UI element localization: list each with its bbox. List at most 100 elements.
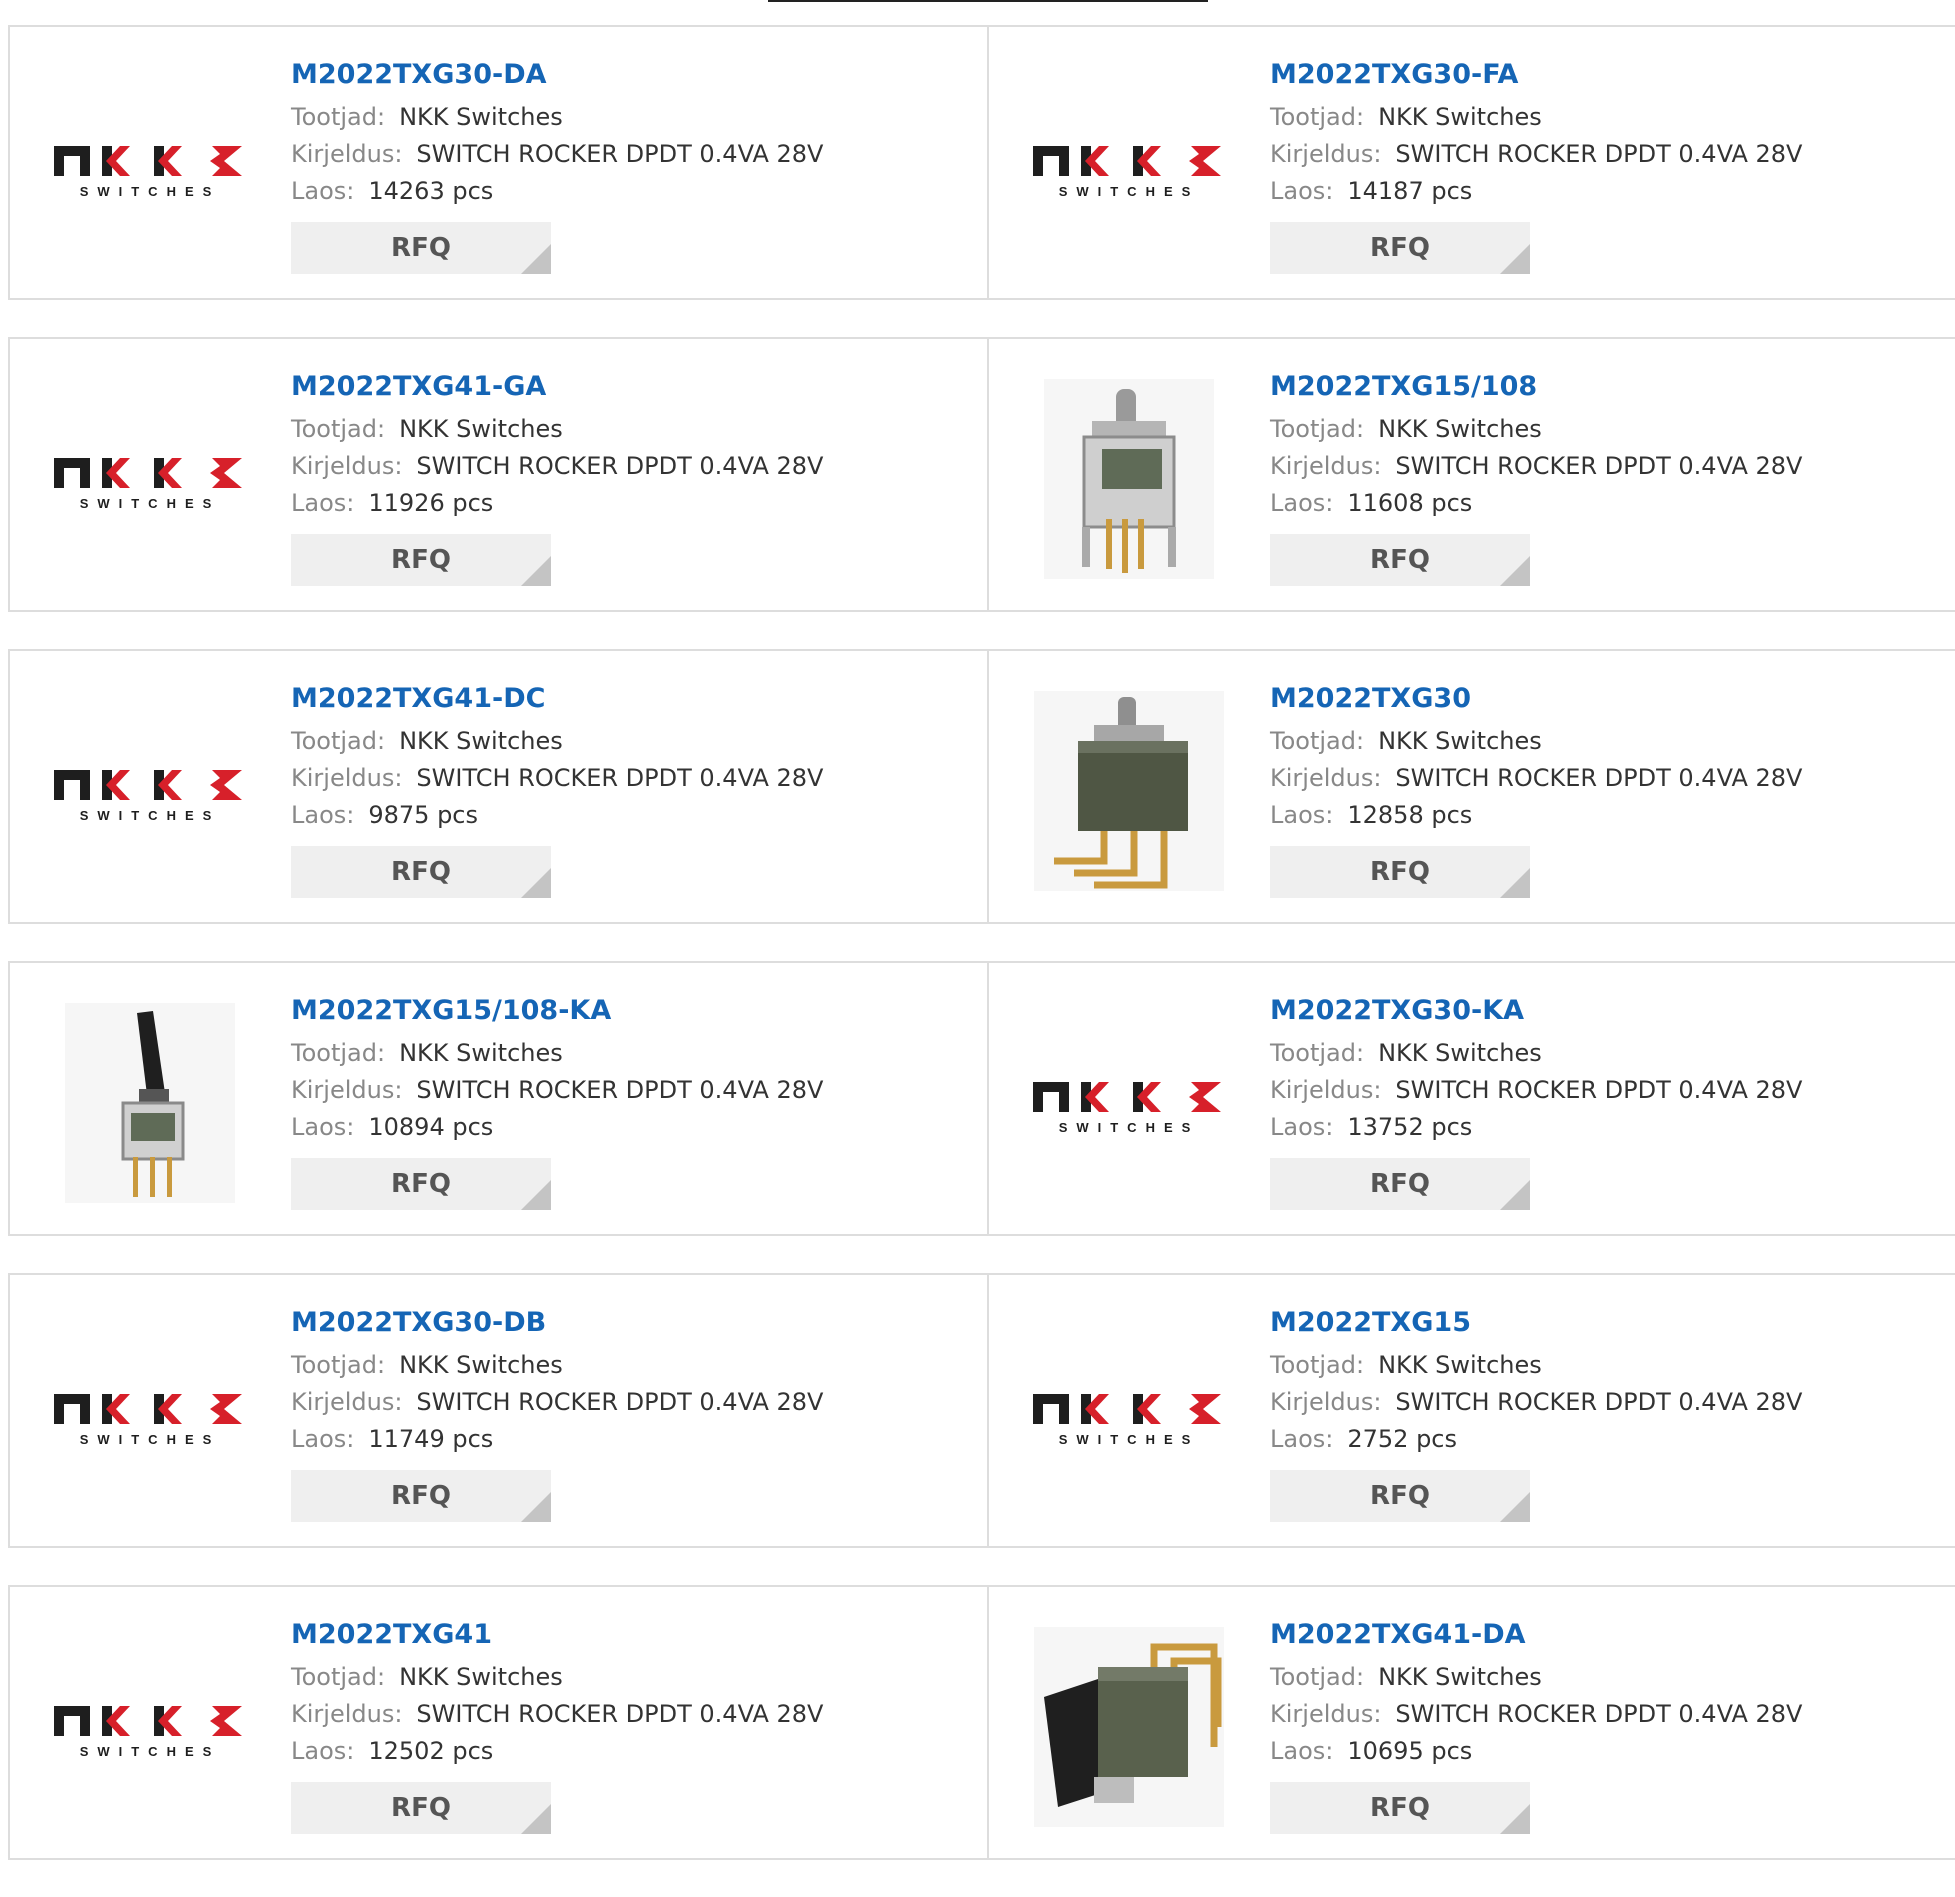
manufacturer-value: NKK Switches: [399, 727, 563, 755]
manufacturer-label: Tootjad:: [291, 103, 386, 131]
product-info: M2022TXG30 Tootjad: NKK Switches Kirjeldu…: [1270, 681, 1802, 898]
nkk-logo-icon: SWITCHES: [54, 770, 242, 823]
product-info: M2022TXG41-DA Tootjad: NKK Switches Kirje…: [1270, 1617, 1802, 1834]
description-value: SWITCH ROCKER DPDT 0.4VA 28V: [1395, 764, 1803, 792]
description-line: Kirjeldus: SWITCH ROCKER DPDT 0.4VA 28V: [291, 448, 823, 485]
part-number-link[interactable]: M2022TXG41: [291, 1617, 823, 1653]
product-image[interactable]: SWITCHES: [1029, 67, 1229, 267]
product-card: M2022TXG41-DA Tootjad: NKK Switches Kirje…: [987, 1587, 1955, 1858]
rfq-button[interactable]: RFQ: [291, 222, 551, 274]
description-value: SWITCH ROCKER DPDT 0.4VA 28V: [416, 764, 824, 792]
manufacturer-label: Tootjad:: [1270, 1039, 1365, 1067]
manufacturer-line: Tootjad: NKK Switches: [1270, 1035, 1802, 1072]
manufacturer-label: Tootjad:: [1270, 415, 1365, 443]
rfq-button[interactable]: RFQ: [1270, 1782, 1530, 1834]
manufacturer-line: Tootjad: NKK Switches: [291, 1347, 823, 1384]
rfq-button[interactable]: RFQ: [1270, 534, 1530, 586]
stock-label: Laos:: [291, 801, 355, 829]
manufacturer-line: Tootjad: NKK Switches: [291, 99, 823, 136]
rfq-button[interactable]: RFQ: [291, 1158, 551, 1210]
manufacturer-label: Tootjad:: [291, 415, 386, 443]
description-line: Kirjeldus: SWITCH ROCKER DPDT 0.4VA 28V: [291, 760, 823, 797]
part-number-link[interactable]: M2022TXG30-FA: [1270, 57, 1802, 93]
stock-label: Laos:: [1270, 177, 1334, 205]
rfq-button[interactable]: RFQ: [1270, 846, 1530, 898]
product-card: SWITCHES M2022TXG41-GA Tootjad: NKK Switc…: [10, 339, 987, 610]
manufacturer-value: NKK Switches: [1378, 727, 1542, 755]
part-number-link[interactable]: M2022TXG30-KA: [1270, 993, 1802, 1029]
product-image[interactable]: SWITCHES: [50, 1627, 250, 1827]
part-number-link[interactable]: M2022TXG30-DA: [291, 57, 823, 93]
manufacturer-line: Tootjad: NKK Switches: [1270, 411, 1802, 448]
description-label: Kirjeldus:: [291, 140, 403, 168]
nkk-logo-icon: SWITCHES: [54, 458, 242, 511]
part-number-link[interactable]: M2022TXG41-DC: [291, 681, 823, 717]
rfq-button[interactable]: RFQ: [1270, 1158, 1530, 1210]
description-label: Kirjeldus:: [1270, 452, 1382, 480]
product-image[interactable]: [1029, 691, 1229, 891]
rfq-button[interactable]: RFQ: [1270, 1470, 1530, 1522]
stock-label: Laos:: [1270, 1425, 1334, 1453]
description-value: SWITCH ROCKER DPDT 0.4VA 28V: [416, 140, 824, 168]
rfq-label: RFQ: [391, 857, 451, 887]
svg-text:SWITCHES: SWITCHES: [80, 1432, 221, 1447]
corner-decoration: [521, 1180, 551, 1210]
product-image[interactable]: SWITCHES: [1029, 1315, 1229, 1515]
stock-line: Laos: 13752 pcs: [1270, 1109, 1802, 1146]
description-label: Kirjeldus:: [291, 1076, 403, 1104]
part-number-link[interactable]: M2022TXG15/108: [1270, 369, 1802, 405]
manufacturer-value: NKK Switches: [1378, 415, 1542, 443]
stock-line: Laos: 11926 pcs: [291, 485, 823, 522]
stock-line: Laos: 14263 pcs: [291, 173, 823, 210]
description-line: Kirjeldus: SWITCH ROCKER DPDT 0.4VA 28V: [1270, 1696, 1802, 1733]
manufacturer-label: Tootjad:: [1270, 1351, 1365, 1379]
rfq-button[interactable]: RFQ: [291, 1782, 551, 1834]
rfq-button[interactable]: RFQ: [291, 846, 551, 898]
product-info: M2022TXG15/108 Tootjad: NKK Switches Kirj…: [1270, 369, 1802, 586]
rfq-button[interactable]: RFQ: [291, 1470, 551, 1522]
product-image[interactable]: SWITCHES: [50, 691, 250, 891]
rfq-label: RFQ: [391, 545, 451, 575]
part-number-link[interactable]: M2022TXG15: [1270, 1305, 1802, 1341]
product-card: M2022TXG15/108-KA Tootjad: NKK Switches K…: [10, 963, 987, 1234]
manufacturer-line: Tootjad: NKK Switches: [1270, 99, 1802, 136]
product-image[interactable]: SWITCHES: [50, 379, 250, 579]
product-image[interactable]: SWITCHES: [50, 1315, 250, 1515]
part-number-link[interactable]: M2022TXG30: [1270, 681, 1802, 717]
description-label: Kirjeldus:: [1270, 1700, 1382, 1728]
part-number-link[interactable]: M2022TXG30-DB: [291, 1305, 823, 1341]
stock-label: Laos:: [1270, 801, 1334, 829]
rfq-label: RFQ: [1370, 1793, 1430, 1823]
stock-line: Laos: 10695 pcs: [1270, 1733, 1802, 1770]
manufacturer-line: Tootjad: NKK Switches: [1270, 723, 1802, 760]
manufacturer-label: Tootjad:: [291, 727, 386, 755]
manufacturer-value: NKK Switches: [1378, 1663, 1542, 1691]
product-image[interactable]: [50, 1003, 250, 1203]
product-image[interactable]: [1029, 379, 1229, 579]
manufacturer-label: Tootjad:: [1270, 727, 1365, 755]
product-info: M2022TXG41-GA Tootjad: NKK Switches Kirje…: [291, 369, 823, 586]
product-image[interactable]: SWITCHES: [1029, 1003, 1229, 1203]
toggle-switch-photo-icon: [1044, 379, 1214, 579]
corner-decoration: [521, 1492, 551, 1522]
part-number-link[interactable]: M2022TXG41-DA: [1270, 1617, 1802, 1653]
manufacturer-line: Tootjad: NKK Switches: [1270, 1347, 1802, 1384]
product-info: M2022TXG41 Tootjad: NKK Switches Kirjeldu…: [291, 1617, 823, 1834]
description-value: SWITCH ROCKER DPDT 0.4VA 28V: [1395, 452, 1803, 480]
manufacturer-line: Tootjad: NKK Switches: [291, 411, 823, 448]
svg-text:SWITCHES: SWITCHES: [80, 496, 221, 511]
part-number-link[interactable]: M2022TXG15/108-KA: [291, 993, 823, 1029]
stock-value: 2752 pcs: [1347, 1425, 1457, 1453]
product-card: M2022TXG30 Tootjad: NKK Switches Kirjeldu…: [987, 651, 1955, 922]
rfq-button[interactable]: RFQ: [291, 534, 551, 586]
rfq-button[interactable]: RFQ: [1270, 222, 1530, 274]
product-image[interactable]: SWITCHES: [50, 67, 250, 267]
part-number-link[interactable]: M2022TXG41-GA: [291, 369, 823, 405]
product-image[interactable]: [1029, 1627, 1229, 1827]
description-label: Kirjeldus:: [1270, 140, 1382, 168]
product-info: M2022TXG30-DB Tootjad: NKK Switches Kirje…: [291, 1305, 823, 1522]
description-line: Kirjeldus: SWITCH ROCKER DPDT 0.4VA 28V: [1270, 448, 1802, 485]
stock-value: 12502 pcs: [368, 1737, 494, 1765]
description-label: Kirjeldus:: [291, 452, 403, 480]
corner-decoration: [1500, 1804, 1530, 1834]
